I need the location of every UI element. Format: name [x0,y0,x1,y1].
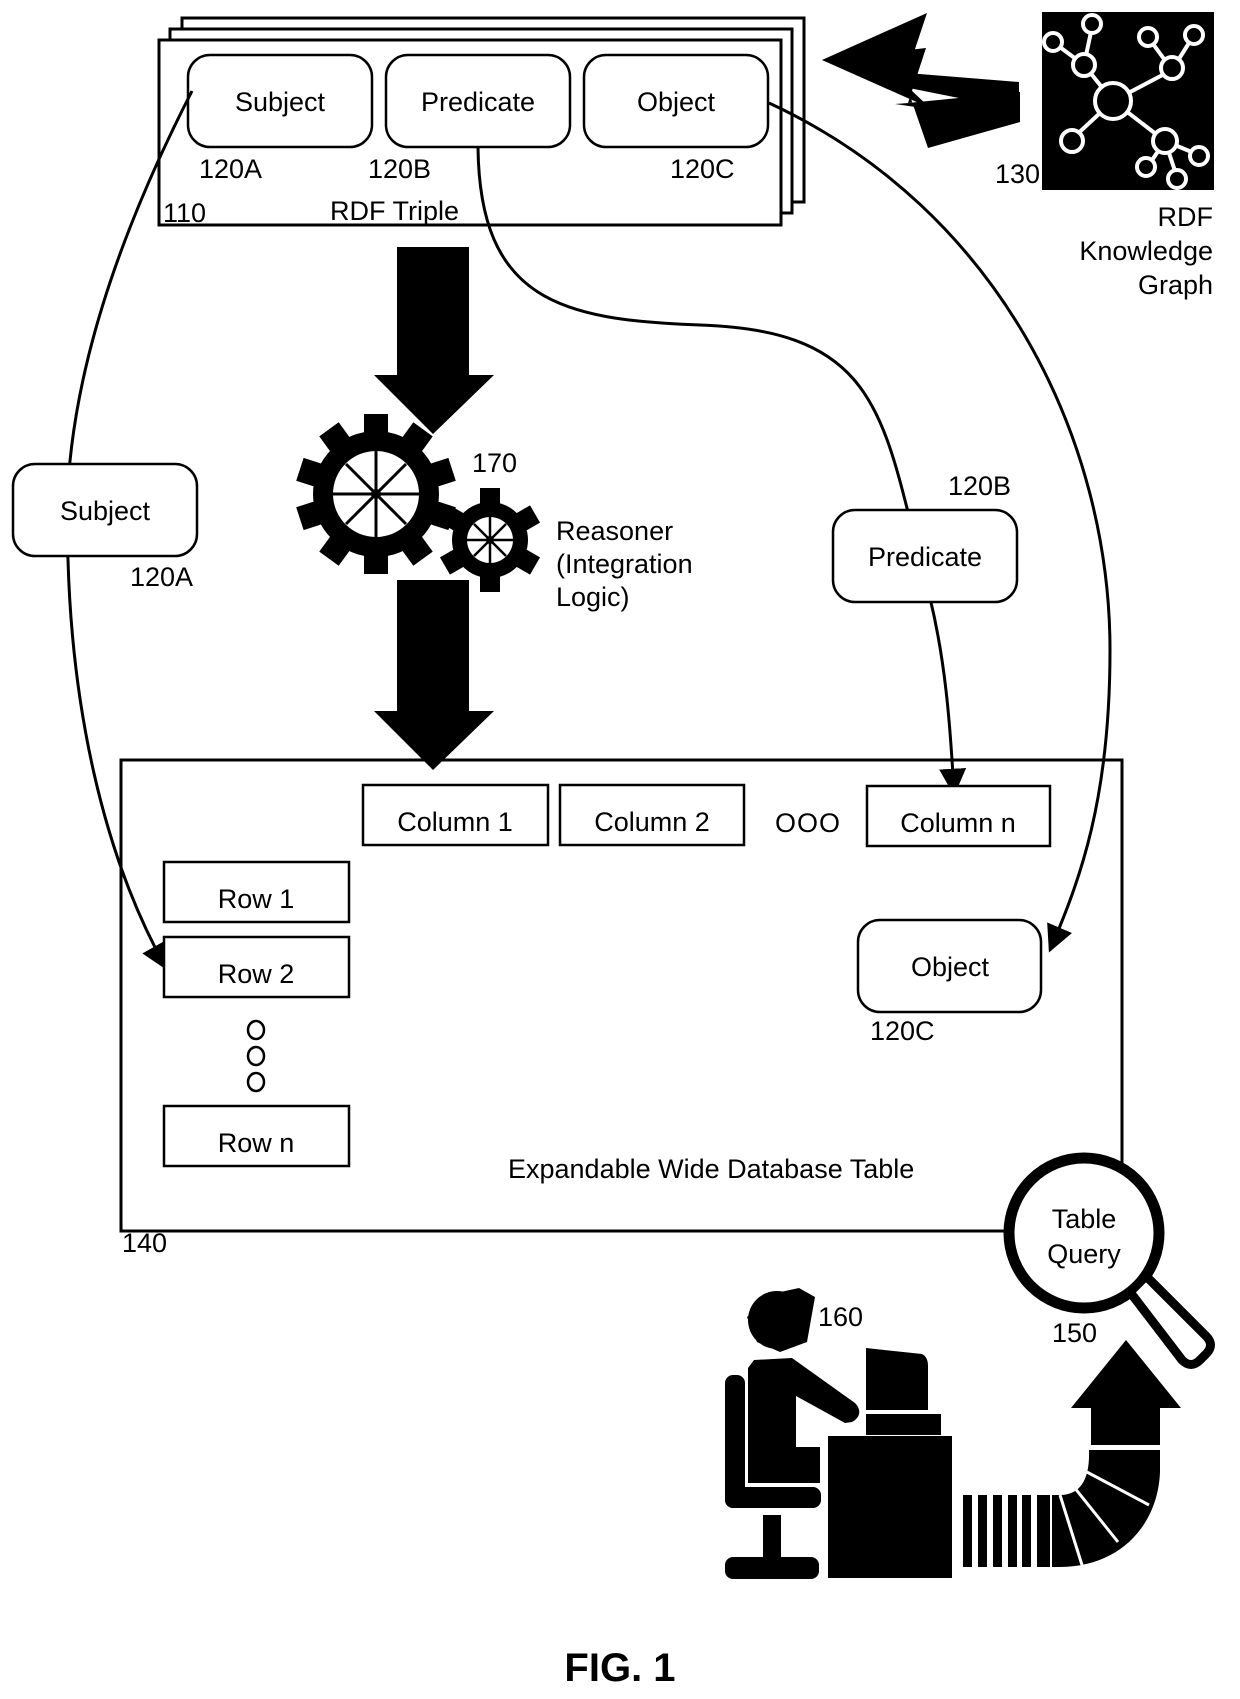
reasoner-label-2: (Integration [556,549,693,579]
rdf-triple-label: RDF Triple [330,196,459,226]
patent-figure: Subject Predicate Object 120A 120B 120C … [11,12,1215,1690]
triple-subject-box[interactable]: Subject [186,53,374,149]
floating-subject-label: Subject [60,496,151,526]
row-1-label: Row 1 [218,884,295,914]
floating-subject-box[interactable]: Subject [11,462,199,558]
row-header-1[interactable]: Row 1 [162,860,351,924]
triple-subject-label: Subject [235,87,326,117]
table-query-label-2: Query [1047,1239,1121,1269]
table-object-label: Object [911,952,990,982]
column-n-label: Column n [900,808,1016,838]
magnifier-icon[interactable]: Table Query [1003,1152,1215,1369]
floating-predicate-box[interactable]: Predicate [831,508,1019,604]
column-ellipsis: OOO [775,808,841,838]
figure-caption: FIG. 1 [564,1646,675,1690]
ref-150: 150 [1052,1318,1097,1348]
ref-120b-floating: 120B [948,471,1011,501]
knowledge-graph-label-1: RDF [1158,202,1214,232]
ref-140: 140 [122,1228,167,1258]
triple-object-box[interactable]: Object [582,53,770,149]
column-header-1[interactable]: Column 1 [361,783,550,847]
knowledge-graph-label-2: Knowledge [1079,236,1213,266]
triple-predicate-box[interactable]: Predicate [384,53,572,149]
network-graph-icon [1042,12,1214,190]
knowledge-graph-label-3: Graph [1138,270,1213,300]
column-header-n[interactable]: Column n [865,784,1052,848]
arrow-down-icon [374,247,494,434]
ref-110: 110 [163,198,206,228]
triple-predicate-label: Predicate [421,87,535,117]
row-2-label: Row 2 [218,959,295,989]
column-header-2[interactable]: Column 2 [558,783,746,847]
predicate-to-column-connector [928,597,967,796]
gears-icon [296,414,541,592]
ref-170: 170 [472,448,517,478]
table-query-label-1: Table [1052,1204,1117,1234]
triple-object-label: Object [637,87,716,117]
column-2-label: Column 2 [594,807,710,837]
database-table-label: Expandable Wide Database Table [508,1154,914,1184]
column-1-label: Column 1 [397,807,513,837]
ref-120c-table: 120C [870,1016,935,1046]
row-header-n[interactable]: Row n [162,1104,351,1168]
knowledge-graph: 130 RDF Knowledge Graph [822,12,1214,300]
arrow-down-icon [374,580,494,770]
query-conduit-arrow-icon [963,1340,1181,1567]
ref-120b-top: 120B [368,154,431,184]
reasoner-label-3: Logic) [556,582,630,612]
ref-120a-floating: 120A [130,562,193,592]
floating-predicate-label: Predicate [868,542,982,572]
table-object-cell[interactable]: Object [856,918,1043,1014]
database-table: Column 1 Column 2 OOO Column n Row 1 Row… [119,758,1124,1258]
row-header-2[interactable]: Row 2 [162,935,351,999]
ref-120c-top: 120C [670,154,735,184]
row-n-label: Row n [218,1128,295,1158]
reasoner-label-1: Reasoner [556,516,673,546]
ref-120a-top: 120A [199,154,262,184]
ref-160: 160 [818,1302,863,1332]
ref-130: 130 [995,159,1040,189]
row-ellipsis [246,1019,266,1093]
